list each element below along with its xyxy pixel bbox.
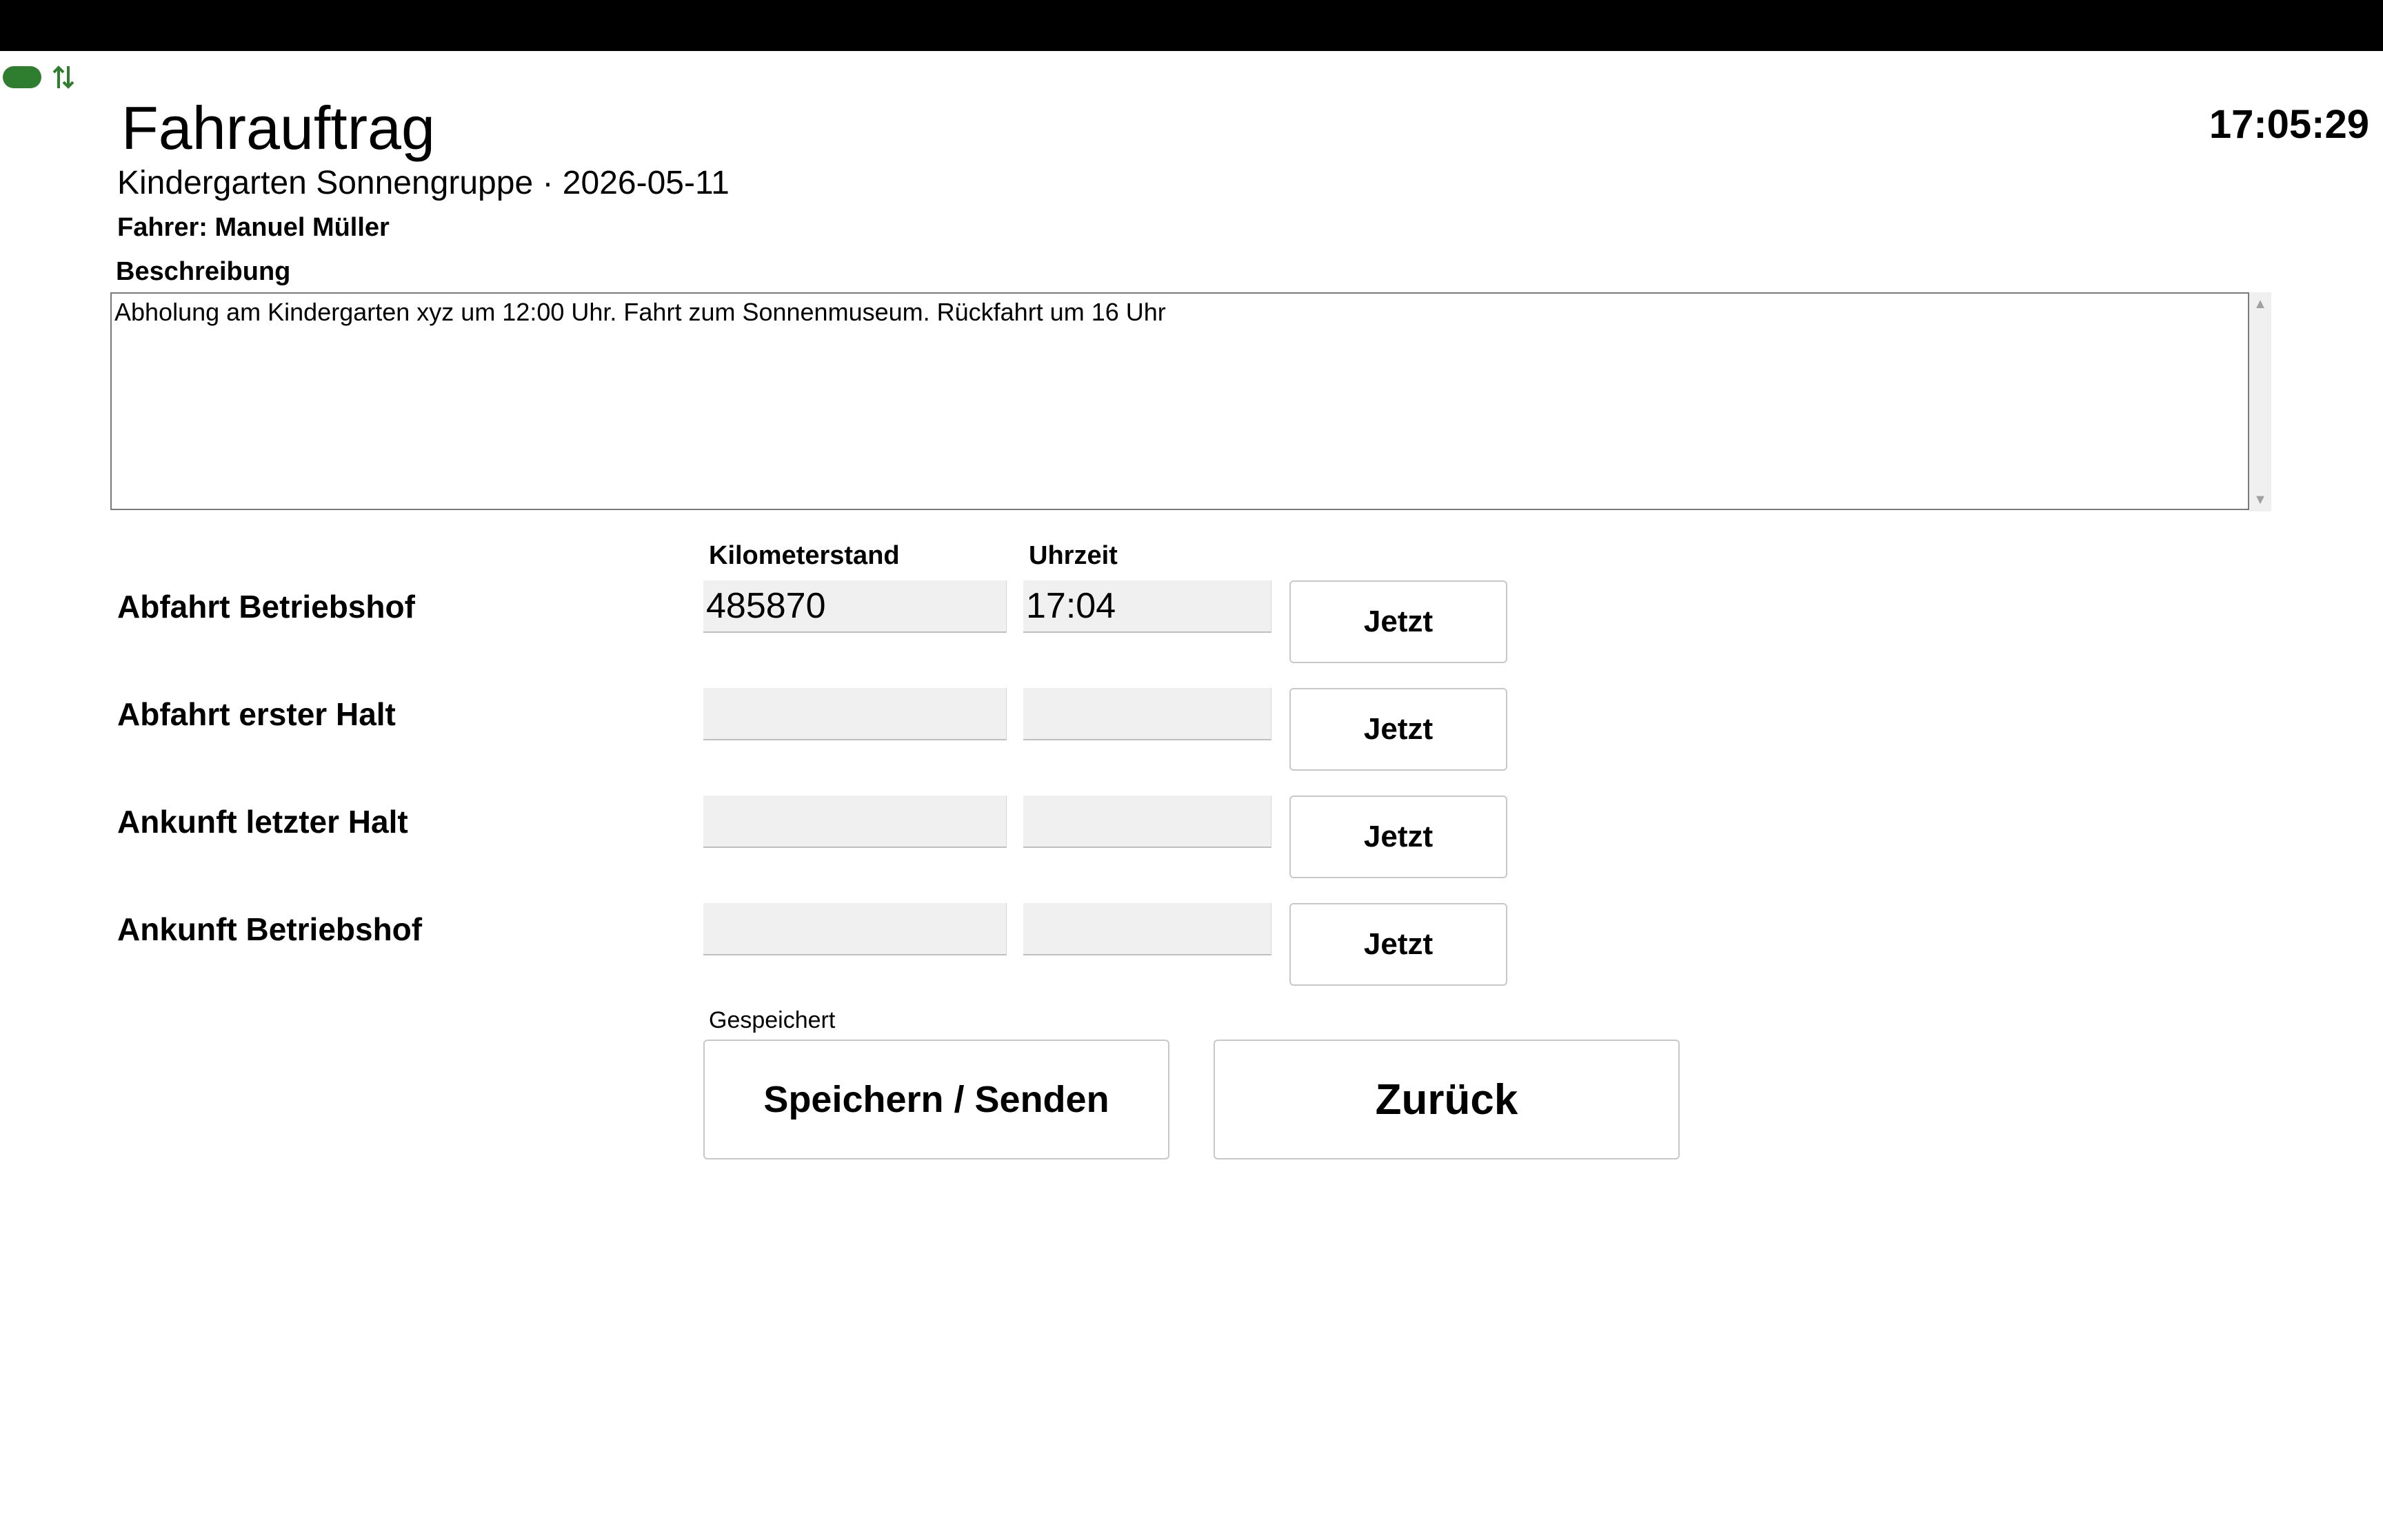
- back-button[interactable]: Zurück: [1214, 1040, 1680, 1159]
- now-button-abfahrt-erster-halt[interactable]: Jetzt: [1289, 688, 1507, 771]
- cloud-icon: [3, 66, 41, 88]
- column-label-time: Uhrzeit: [1029, 541, 1118, 570]
- order-subtitle: Kindergarten Sonnengruppe · 2026-05-11: [117, 165, 730, 201]
- sync-arrows-icon: [52, 65, 74, 89]
- column-label-km: Kilometerstand: [709, 541, 900, 570]
- now-button-abfahrt-betriebshof[interactable]: Jetzt: [1289, 580, 1507, 663]
- scroll-down-arrow-icon[interactable]: ▼: [2249, 489, 2271, 510]
- clock: 17:05:29: [2209, 102, 2369, 147]
- description-container: Abholung am Kindergarten xyz um 12:00 Uh…: [110, 292, 2271, 511]
- save-send-button[interactable]: Speichern / Senden: [703, 1040, 1169, 1159]
- status-indicators: [3, 63, 77, 91]
- row-label-ankunft-letzter-halt: Ankunft letzter Halt: [117, 804, 408, 840]
- description-scrollbar[interactable]: ▲ ▼: [2249, 292, 2271, 511]
- time-input-abfahrt-erster-halt[interactable]: [1023, 688, 1271, 740]
- row-label-ankunft-betriebshof: Ankunft Betriebshof: [117, 911, 423, 947]
- time-input-ankunft-betriebshof[interactable]: [1023, 903, 1271, 955]
- save-status: Gespeichert: [709, 1007, 836, 1033]
- driver-name: Fahrer: Manuel Müller: [117, 213, 390, 242]
- row-label-abfahrt-erster-halt: Abfahrt erster Halt: [117, 696, 396, 732]
- now-button-ankunft-letzter-halt[interactable]: Jetzt: [1289, 796, 1507, 878]
- top-bar: [0, 0, 2383, 51]
- time-input-abfahrt-betriebshof[interactable]: [1023, 580, 1271, 633]
- scroll-up-arrow-icon[interactable]: ▲: [2249, 294, 2271, 314]
- page-title: Fahrauftrag: [121, 94, 435, 162]
- km-input-abfahrt-betriebshof[interactable]: [703, 580, 1007, 633]
- km-input-abfahrt-erster-halt[interactable]: [703, 688, 1007, 740]
- km-input-ankunft-betriebshof[interactable]: [703, 903, 1007, 955]
- row-label-abfahrt-betriebshof: Abfahrt Betriebshof: [117, 589, 415, 625]
- km-input-ankunft-letzter-halt[interactable]: [703, 796, 1007, 848]
- time-input-ankunft-letzter-halt[interactable]: [1023, 796, 1271, 848]
- now-button-ankunft-betriebshof[interactable]: Jetzt: [1289, 903, 1507, 986]
- description-textarea[interactable]: Abholung am Kindergarten xyz um 12:00 Uh…: [110, 292, 2249, 510]
- description-label: Beschreibung: [116, 257, 291, 286]
